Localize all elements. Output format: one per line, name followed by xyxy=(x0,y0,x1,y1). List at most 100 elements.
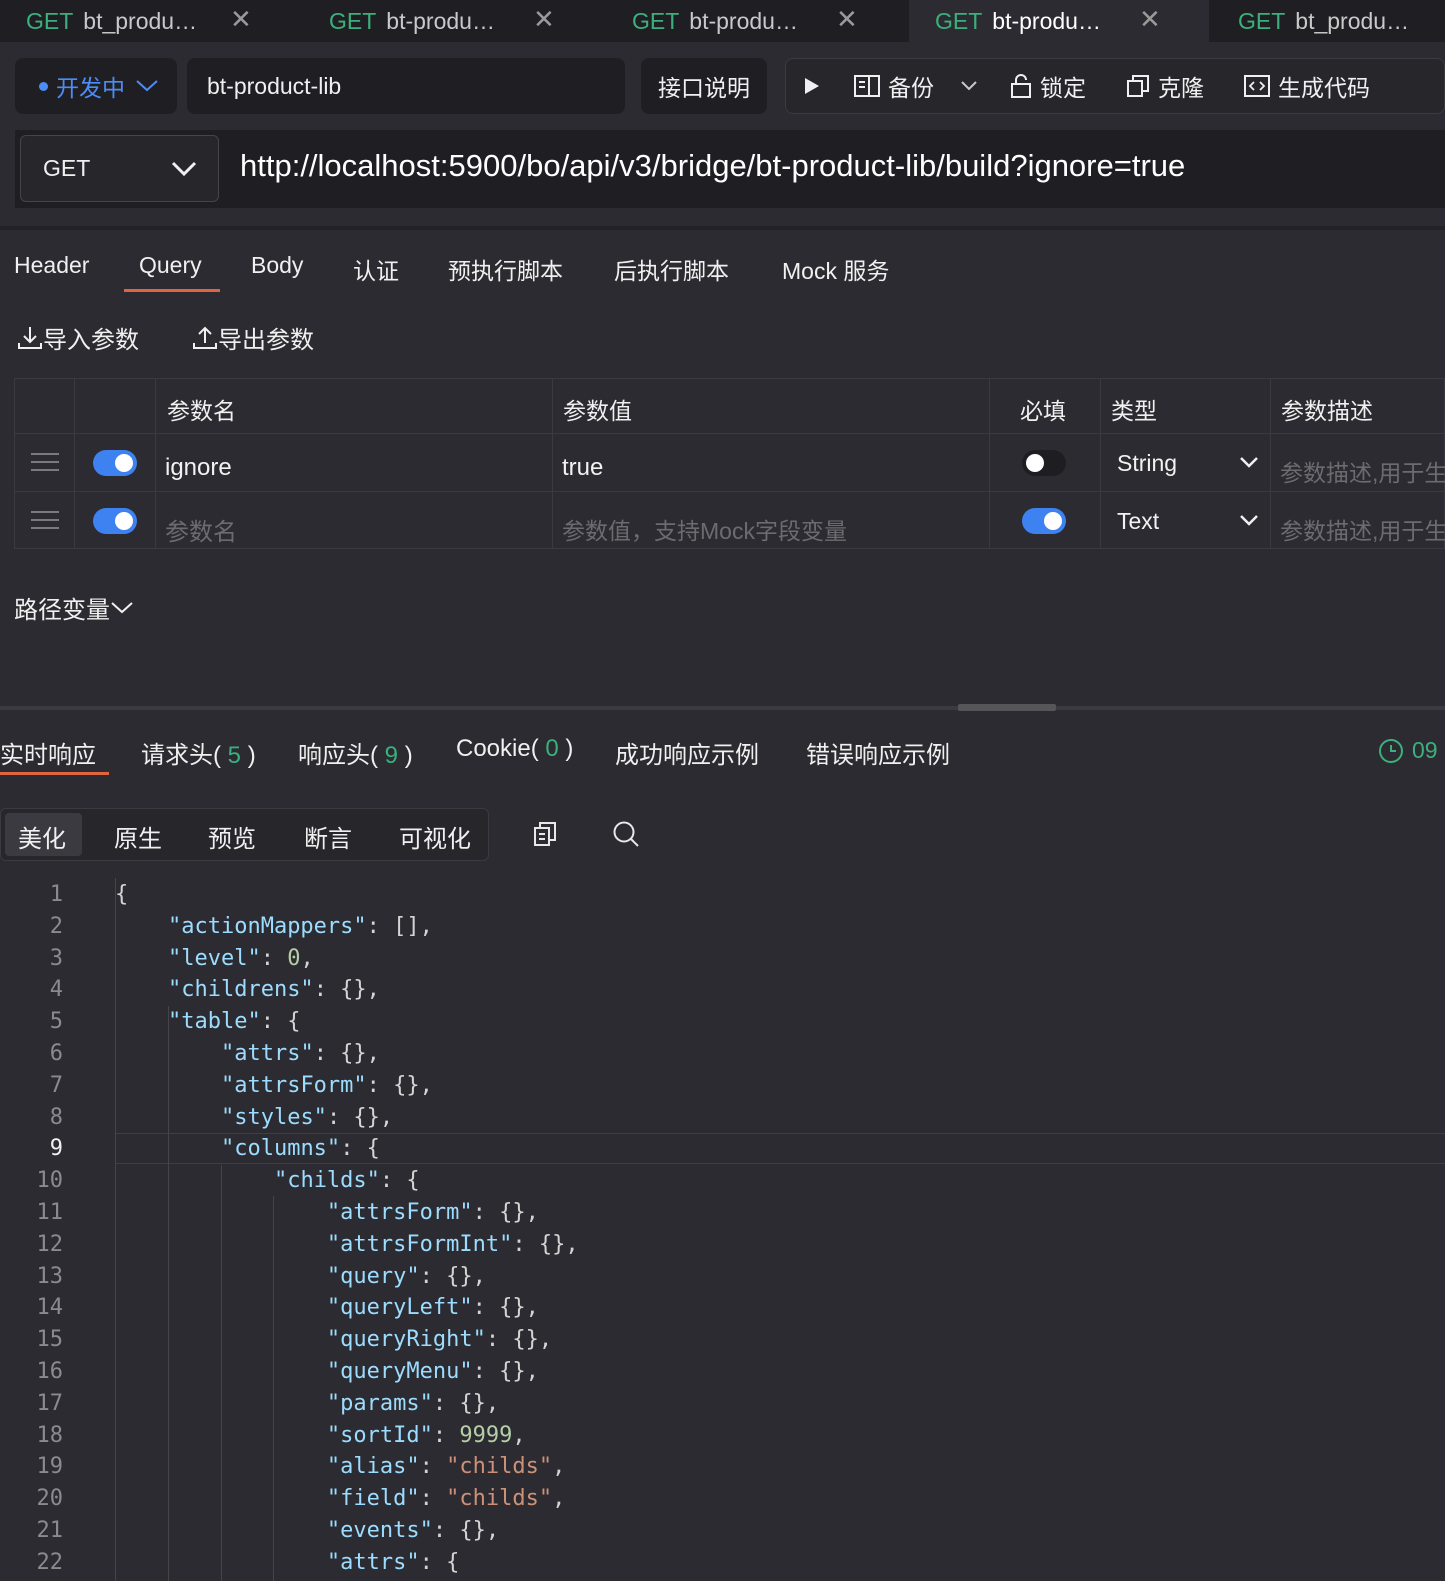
tab-method: GET xyxy=(329,7,377,34)
line-number: 10 xyxy=(36,1168,64,1194)
tab-title: bt_produ… xyxy=(1295,7,1410,34)
tab-label-end: ) xyxy=(404,742,413,769)
param-desc-field[interactable]: 参数描述,用于生 xyxy=(1280,512,1445,546)
environment-selector[interactable]: 开发中 xyxy=(15,58,177,114)
tab-method: GET xyxy=(1238,7,1286,34)
response-time: 09 xyxy=(1378,737,1438,764)
code-line: "childs": { xyxy=(273,1168,420,1194)
code-line: "alias": "childs", xyxy=(326,1454,566,1480)
line-number: 12 xyxy=(36,1231,64,1257)
param-desc-field[interactable]: 参数描述,用于生 xyxy=(1280,454,1445,488)
code-line: "params": {}, xyxy=(326,1390,500,1416)
import-params-button[interactable]: 导入参数 xyxy=(17,320,139,355)
document-tab-active[interactable]: GET bt-produ… ✕ xyxy=(909,0,1209,42)
close-icon[interactable]: ✕ xyxy=(533,4,555,35)
param-enabled-toggle[interactable] xyxy=(93,450,137,476)
code-line: "query": {}, xyxy=(326,1263,486,1289)
param-type-select[interactable]: Text xyxy=(1117,508,1159,535)
url-input[interactable]: http://localhost:5900/bo/api/v3/bridge/b… xyxy=(240,148,1185,184)
line-number: 20 xyxy=(36,1486,64,1512)
code-line: "attrs": { xyxy=(326,1549,460,1575)
document-tab[interactable]: GET bt_produ… xyxy=(1212,0,1445,42)
tab-header[interactable]: Header xyxy=(14,252,89,279)
param-name-field[interactable]: 参数名 xyxy=(165,512,237,547)
param-required-toggle[interactable] xyxy=(1022,508,1066,534)
tab-title: bt_produ… xyxy=(83,7,198,34)
path-variables-toggle[interactable]: 路径变量 xyxy=(14,590,134,625)
param-name-field[interactable]: ignore xyxy=(165,454,232,482)
line-number: 3 xyxy=(49,945,63,971)
line-number: 9 xyxy=(49,1136,63,1162)
run-button[interactable] xyxy=(804,77,828,95)
column-header: 参数描述 xyxy=(1281,398,1373,424)
close-icon[interactable]: ✕ xyxy=(1139,4,1161,35)
tab-success-example[interactable]: 成功响应示例 xyxy=(615,735,759,770)
line-number: 5 xyxy=(49,1009,63,1035)
close-icon[interactable]: ✕ xyxy=(836,4,858,35)
tab-method: GET xyxy=(632,7,680,34)
chevron-down-icon xyxy=(136,80,158,92)
method-select[interactable]: GET xyxy=(20,135,219,202)
current-line-highlight xyxy=(115,1133,1445,1134)
splitter-handle[interactable] xyxy=(958,704,1056,711)
api-doc-button[interactable]: 接口说明 xyxy=(641,58,767,114)
drag-handle-icon[interactable] xyxy=(31,505,59,535)
param-type-select[interactable]: String xyxy=(1117,450,1177,477)
param-value-field[interactable]: 参数值，支持Mock字段变量 xyxy=(562,512,847,546)
api-name-field[interactable]: bt-product-lib xyxy=(187,58,625,114)
tab-pre-script[interactable]: 预执行脚本 xyxy=(448,252,563,286)
backup-icon xyxy=(854,75,880,97)
tab-auth[interactable]: 认证 xyxy=(353,252,399,286)
tab-body[interactable]: Body xyxy=(251,252,303,279)
tab-error-example[interactable]: 错误响应示例 xyxy=(806,735,950,770)
column-header: 必填 xyxy=(1020,398,1066,424)
param-required-toggle[interactable] xyxy=(1022,450,1066,476)
tab-title: bt-produ… xyxy=(386,7,495,34)
drag-handle-icon[interactable] xyxy=(31,447,59,477)
line-number: 16 xyxy=(36,1359,64,1384)
import-label: 导入参数 xyxy=(43,327,139,354)
param-value-field[interactable]: true xyxy=(562,454,603,482)
code-line: "queryRight": {}, xyxy=(326,1327,553,1353)
clone-button[interactable]: 克隆 xyxy=(1126,69,1204,103)
view-mode-pretty[interactable]: 美化 xyxy=(18,819,66,854)
backup-button[interactable]: 备份 xyxy=(854,69,934,103)
tab-cookie[interactable]: Cookie( 0 ) xyxy=(456,735,573,763)
tab-request-headers[interactable]: 请求头( 5 ) xyxy=(141,735,256,770)
env-label: 开发中 xyxy=(56,75,125,101)
document-tab[interactable]: GET bt-produ… ✕ xyxy=(303,0,603,42)
search-icon[interactable] xyxy=(612,820,640,848)
tab-post-script[interactable]: 后执行脚本 xyxy=(614,252,729,286)
code-line: "table": { xyxy=(167,1009,301,1035)
tab-response-headers[interactable]: 响应头( 9 ) xyxy=(298,735,413,770)
play-icon xyxy=(805,78,819,94)
export-params-button[interactable]: 导出参数 xyxy=(192,320,314,355)
panel-splitter[interactable] xyxy=(0,706,1445,710)
view-mode-switcher: 美化 原生 预览 断言 可视化 xyxy=(0,808,489,861)
params-table: 参数名 参数值 必填 类型 参数描述 ignore true String 参数… xyxy=(14,378,1445,549)
tab-label: 错误响应示例 xyxy=(806,742,950,769)
view-mode-assert[interactable]: 断言 xyxy=(304,819,352,854)
copy-icon[interactable] xyxy=(533,820,559,848)
document-tab[interactable]: GET bt_produ… ✕ xyxy=(0,0,300,42)
chevron-down-icon[interactable] xyxy=(960,80,978,92)
view-mode-visualize[interactable]: 可视化 xyxy=(399,819,471,854)
line-number: 18 xyxy=(36,1422,64,1448)
generate-code-button[interactable]: 生成代码 xyxy=(1244,69,1370,103)
download-icon xyxy=(18,326,42,349)
count-badge: 5 xyxy=(227,742,242,769)
document-tab[interactable]: GET bt-produ… ✕ xyxy=(606,0,906,42)
view-mode-raw[interactable]: 原生 xyxy=(114,819,162,854)
param-enabled-toggle[interactable] xyxy=(93,508,137,534)
tab-mock[interactable]: Mock 服务 xyxy=(782,252,889,286)
tab-live-response[interactable]: 实时响应 xyxy=(0,735,96,770)
count-badge: 9 xyxy=(384,742,399,769)
current-line-highlight xyxy=(115,1163,1445,1164)
tab-query[interactable]: Query xyxy=(139,252,202,279)
lock-button[interactable]: 锁定 xyxy=(1010,69,1086,103)
lock-icon xyxy=(1011,74,1031,98)
code-line: "field": "childs", xyxy=(326,1486,566,1512)
copy-icon xyxy=(1127,75,1149,97)
close-icon[interactable]: ✕ xyxy=(230,4,252,35)
view-mode-preview[interactable]: 预览 xyxy=(208,819,256,854)
